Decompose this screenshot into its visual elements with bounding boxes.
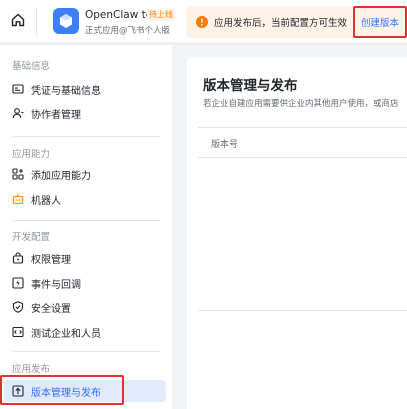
- sidebar-item-label: 协作者管理: [31, 110, 81, 121]
- group-title-basic: 基础信息: [12, 61, 51, 72]
- divider: [36, 8, 37, 36]
- page-description: 若企业自建应用需要供企业内其他用户使用，或商店: [203, 99, 399, 109]
- divider: [12, 220, 160, 221]
- sidebar-item-label: 权限管理: [31, 255, 71, 266]
- notice-text: 应用发布后，当前配置方可生效: [214, 18, 348, 29]
- sidebar-item-credentials[interactable]: 凭证与基础信息: [4, 78, 166, 100]
- column-version: 版本号: [211, 140, 239, 150]
- app-subtitle: 正式应用@飞书个人版: [85, 26, 171, 36]
- sidebar-item-label: 凭证与基础信息: [31, 86, 101, 97]
- collaborator-icon: [12, 107, 24, 119]
- sidebar-item-permissions[interactable]: 权限管理: [4, 247, 166, 269]
- sidebar-item-test-enterprise[interactable]: 测试企业和人员: [4, 321, 166, 343]
- test-enterprise-icon: [12, 326, 24, 338]
- sidebar: 基础信息 凭证与基础信息 协作者管理 应用能力 添加应用能力 机器人 开发配置 …: [0, 45, 172, 409]
- status-badge: 待上线: [147, 9, 175, 21]
- group-title-release: 应用发布: [12, 364, 51, 375]
- permission-icon: [12, 252, 24, 264]
- page-title: 版本管理与发布: [203, 78, 298, 94]
- add-capability-icon: [12, 168, 24, 180]
- create-version-highlight: 创建版本: [353, 6, 407, 38]
- sidebar-item-collaborators[interactable]: 协作者管理: [4, 102, 166, 124]
- sidebar-item-events-callbacks[interactable]: 事件与回调: [4, 272, 166, 294]
- sidebar-item-label: 安全设置: [31, 304, 71, 315]
- security-icon: [12, 301, 24, 313]
- main-panel: 版本管理与发布 若企业自建应用需要供企业内其他用户使用，或商店 版本号: [187, 57, 407, 409]
- create-version-button[interactable]: 创建版本: [361, 15, 399, 29]
- version-release-highlight: [0, 375, 124, 405]
- app-cube-icon: [53, 8, 79, 34]
- home-icon[interactable]: [10, 12, 26, 28]
- table-header: 版本号: [198, 127, 407, 158]
- divider: [198, 310, 407, 311]
- event-callback-icon: [12, 277, 24, 289]
- sidebar-item-security[interactable]: 安全设置: [4, 296, 166, 318]
- group-title-capabilities: 应用能力: [12, 149, 51, 160]
- sidebar-item-bot[interactable]: 机器人: [4, 188, 166, 210]
- divider: [12, 351, 160, 352]
- warning-icon: [196, 16, 208, 28]
- divider: [12, 136, 160, 137]
- bot-icon: [12, 193, 24, 205]
- credentials-icon: [12, 83, 24, 95]
- sidebar-item-label: 测试企业和人员: [31, 329, 101, 340]
- sidebar-item-label: 添加应用能力: [31, 171, 91, 182]
- sidebar-item-add-capability[interactable]: 添加应用能力: [4, 163, 166, 185]
- publish-notice: 应用发布后，当前配置方可生效 创建版本: [186, 6, 407, 38]
- sidebar-item-label: 事件与回调: [31, 280, 81, 291]
- sidebar-item-label: 机器人: [31, 196, 61, 207]
- top-bar: OpenClaw test 待上线 正式应用@飞书个人版 应用发布后，当前配置方…: [0, 0, 407, 44]
- group-title-dev-config: 开发配置: [12, 232, 51, 243]
